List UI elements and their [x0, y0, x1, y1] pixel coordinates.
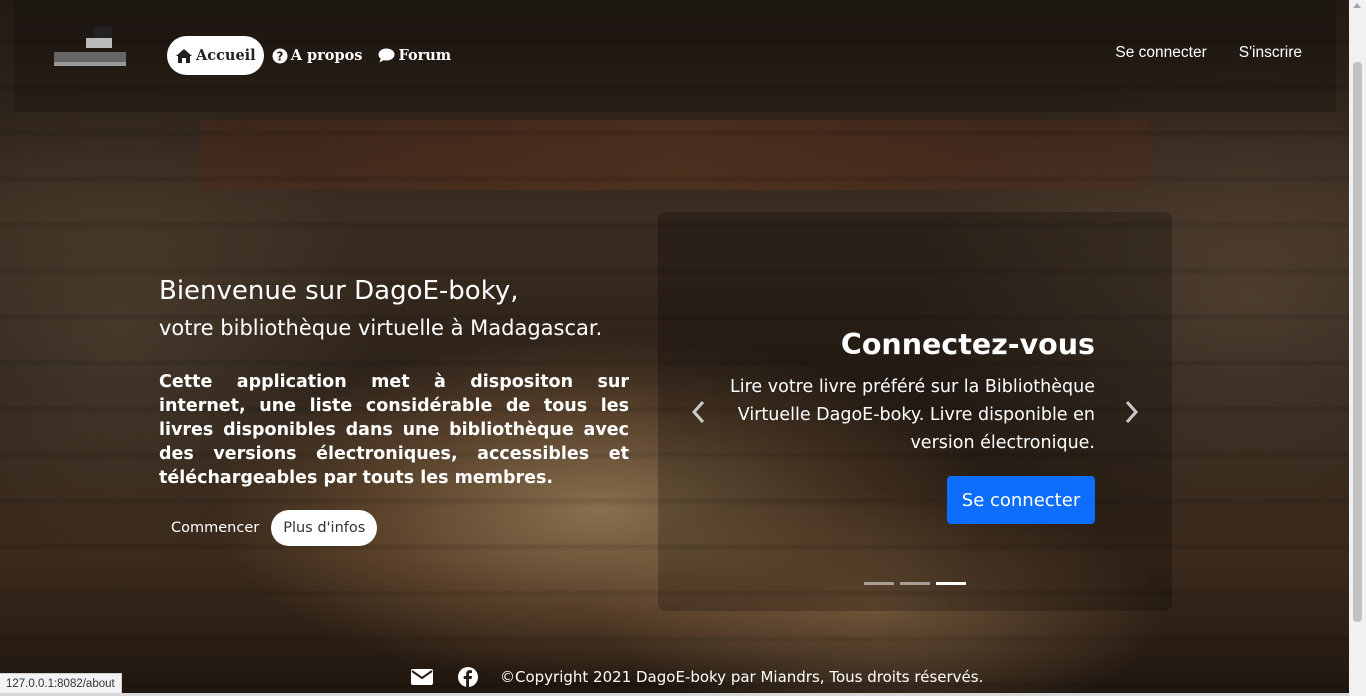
hero-actions: Commencer Plus d'infos [159, 510, 629, 546]
nav-login-link[interactable]: Se connecter [1115, 44, 1206, 62]
carousel-prev-button[interactable] [688, 398, 708, 426]
hero-intro: Bienvenue sur DagoE-boky, votre biblioth… [159, 276, 629, 546]
nav-link-label: A propos [290, 47, 363, 64]
hero-description: Cette application met à dispositon sur i… [159, 372, 629, 488]
chat-bubble-icon [378, 48, 395, 63]
more-info-button[interactable]: Plus d'infos [271, 510, 378, 546]
chevron-right-icon [1122, 400, 1142, 430]
nav-link-a-propos[interactable]: ? A propos [264, 36, 371, 75]
nav-link-label: Forum [398, 47, 452, 64]
main-nav: Accueil ? A propos Forum [167, 36, 459, 75]
scroll-up-arrow-icon[interactable] [1353, 3, 1361, 8]
question-circle-icon: ? [272, 48, 288, 64]
login-carousel: Connectez-vous Lire votre livre préféré … [658, 212, 1172, 611]
facebook-icon[interactable] [456, 667, 480, 687]
hero-title: Bienvenue sur DagoE-boky, [159, 276, 519, 306]
nav-link-accueil[interactable]: Accueil [167, 36, 264, 75]
vertical-scrollbar[interactable] [1349, 0, 1366, 696]
carousel-login-button[interactable]: Se connecter [947, 476, 1095, 524]
nav-link-label: Accueil [196, 47, 256, 64]
envelope-icon[interactable] [410, 667, 434, 687]
status-bar-url: 127.0.0.1:8082/about [0, 673, 122, 694]
nav-register-link[interactable]: S'inscrire [1239, 44, 1302, 62]
carousel-indicator-2[interactable] [900, 582, 930, 585]
carousel-text: Lire votre livre préféré sur la Biblioth… [730, 377, 1095, 453]
site-logo[interactable] [54, 22, 132, 70]
footer: ©Copyright 2021 DagoE-boky par Miandrs, … [410, 663, 983, 691]
carousel-indicator-1[interactable] [864, 582, 894, 585]
carousel-next-button[interactable] [1122, 398, 1142, 426]
chevron-left-icon [688, 400, 708, 430]
home-icon [175, 48, 193, 64]
copyright-text: ©Copyright 2021 DagoE-boky par Miandrs, … [500, 668, 984, 686]
auth-nav: Se connecter S'inscrire [1115, 44, 1302, 62]
carousel-title: Connectez-vous [840, 328, 1095, 361]
hero-subtitle: votre bibliothèque virtuelle à Madagasca… [159, 316, 603, 340]
svg-text:?: ? [276, 49, 283, 63]
navbar: Accueil ? A propos Forum Se connecter S'… [14, 0, 1336, 112]
carousel-indicator-3[interactable] [936, 582, 966, 585]
start-button[interactable]: Commencer [159, 510, 271, 546]
scrollbar-thumb[interactable] [1353, 62, 1362, 622]
nav-link-forum[interactable]: Forum [370, 36, 459, 75]
carousel-indicators [864, 582, 966, 585]
